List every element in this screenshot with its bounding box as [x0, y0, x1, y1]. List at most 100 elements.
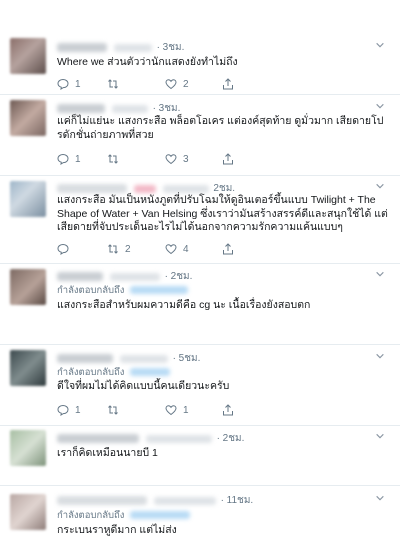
retweet-button[interactable]: [107, 77, 125, 91]
reply-count: 1: [75, 404, 81, 416]
tweet-text: แสงกระสือ มันเป็นหนังภูตที่ปรับโฉมให้ดูอ…: [57, 194, 388, 233]
share-button[interactable]: [222, 242, 234, 256]
avatar[interactable]: [10, 38, 46, 74]
replying-to-label: กำลังตอบกลับถึง: [57, 285, 125, 296]
chevron-down-icon[interactable]: [374, 181, 386, 193]
user-handle[interactable]: [119, 354, 168, 363]
like-button[interactable]: 4: [165, 242, 189, 256]
avatar[interactable]: [10, 350, 46, 386]
heart-icon: [165, 244, 177, 255]
tweet-time[interactable]: · 3ชม.: [157, 40, 185, 55]
display-name[interactable]: [57, 434, 139, 443]
tweet-time[interactable]: · 11ชม.: [221, 493, 254, 508]
heart-icon: [165, 79, 177, 90]
tweet-text: แสงกระสือสำหรับผมความดีคือ cg นะ เนื้อเร…: [57, 299, 311, 311]
tweet-header: · 3ชม.: [57, 101, 180, 115]
tweet-actions: 1 2: [57, 77, 277, 91]
display-name[interactable]: [57, 43, 107, 52]
display-name[interactable]: [57, 354, 113, 363]
user-handle[interactable]: [153, 496, 216, 505]
avatar[interactable]: [10, 181, 46, 217]
tweet-text: Where we ส่วนตัวว่านักแสดงยังทำไม่ถึง: [57, 56, 238, 68]
reply-icon: [57, 153, 69, 165]
chevron-down-icon[interactable]: [374, 493, 386, 505]
replying-to-label: กำลังตอบกลับถึง: [57, 510, 125, 521]
reply-button[interactable]: 1: [57, 403, 81, 417]
display-name[interactable]: [57, 272, 103, 281]
reply-icon: [57, 78, 69, 90]
chevron-down-icon[interactable]: [374, 40, 386, 52]
tweet[interactable]: · 5ชม. กำลังตอบกลับถึง ดีใจที่ผมไม่ได้คิ…: [0, 345, 400, 425]
user-handle[interactable]: [113, 43, 152, 52]
share-icon: [223, 404, 233, 416]
replying-to: กำลังตอบกลับถึง: [57, 283, 189, 298]
tweet-time[interactable]: · 3ชม.: [153, 101, 181, 116]
tweet-text: ดีใจที่ผมไม่ได้คิดแบบนี้คนเดียวนะครับ: [57, 380, 230, 392]
tweet[interactable]: · 2ชม. กำลังตอบกลับถึง แสงกระสือสำหรับผม…: [0, 264, 400, 344]
share-button[interactable]: [222, 403, 234, 417]
tweet-header: 2ชม.: [57, 181, 235, 195]
avatar[interactable]: [10, 100, 46, 136]
retweet-icon: [108, 405, 118, 415]
retweet-count: 2: [125, 243, 131, 255]
user-handle[interactable]: [109, 272, 160, 281]
avatar[interactable]: [10, 494, 46, 530]
chevron-down-icon[interactable]: [374, 351, 386, 363]
share-icon: [223, 243, 233, 255]
tweet-actions: 1 1: [57, 403, 277, 417]
chevron-down-icon[interactable]: [374, 269, 386, 281]
like-count: 4: [183, 243, 189, 255]
tweet-header: · 2ชม.: [57, 269, 192, 283]
share-button[interactable]: [222, 152, 234, 166]
like-button[interactable]: 2: [165, 77, 189, 91]
reply-icon: [57, 404, 69, 416]
tweet[interactable]: · 3ชม. Where we ส่วนตัวว่านักแสดงยังทำไม…: [0, 0, 400, 94]
heart-icon: [165, 405, 177, 416]
replying-to: กำลังตอบกลับถึง: [57, 365, 171, 380]
retweet-icon: [108, 154, 118, 164]
like-button[interactable]: 3: [165, 152, 189, 166]
like-button[interactable]: 1: [165, 403, 189, 417]
tweet-header: · 5ชม.: [57, 351, 200, 365]
like-count: 3: [183, 153, 189, 165]
display-name[interactable]: [57, 104, 105, 113]
retweet-icon: [108, 79, 118, 89]
tweet-text: กระเบนราหูดีมาก แต่ไม่ส่ง: [57, 524, 177, 536]
replying-to-handle[interactable]: [130, 286, 189, 295]
user-handle[interactable]: [162, 184, 209, 193]
retweet-button[interactable]: [107, 152, 125, 166]
replying-to-label: กำลังตอบกลับถึง: [57, 367, 125, 378]
replying-to-handle[interactable]: [130, 368, 171, 377]
reply-button[interactable]: 1: [57, 152, 81, 166]
tweet-header: · 11ชม.: [57, 493, 253, 507]
tweet[interactable]: · 2ชม. เราก็คิดเหมือนนายบี 1: [0, 426, 400, 485]
display-name[interactable]: [57, 496, 147, 505]
retweet-button[interactable]: [107, 403, 125, 417]
avatar[interactable]: [10, 269, 46, 305]
tweet-time[interactable]: · 5ชม.: [173, 351, 201, 366]
reply-button[interactable]: 1: [57, 77, 81, 91]
chevron-down-icon[interactable]: [374, 431, 386, 443]
reply-button[interactable]: [57, 242, 75, 256]
tweet-time[interactable]: · 2ชม.: [165, 269, 193, 284]
tweet-header: · 2ชม.: [57, 431, 244, 445]
user-handle[interactable]: [111, 104, 148, 113]
tweet-time[interactable]: · 2ชม.: [217, 431, 245, 446]
tweet[interactable]: 2ชม. แสงกระสือ มันเป็นหนังภูตที่ปรับโฉมใ…: [0, 176, 400, 263]
tweet-text: แค่ก็ไม่แย่นะ แสงกระสือ พล็อตโอเคร แต่อง…: [57, 115, 384, 141]
retweet-button[interactable]: 2: [107, 242, 131, 256]
tweet[interactable]: · 11ชม. กำลังตอบกลับถึง กระเบนราหูดีมาก …: [0, 486, 400, 546]
display-name[interactable]: [57, 184, 127, 193]
tweet[interactable]: · 3ชม. แค่ก็ไม่แย่นะ แสงกระสือ พล็อตโอเค…: [0, 95, 400, 175]
tweet-header: · 3ชม.: [57, 40, 184, 54]
reply-count: 1: [75, 78, 81, 90]
reply-count: 1: [75, 153, 81, 165]
avatar[interactable]: [10, 430, 46, 466]
heart-icon: [165, 154, 177, 165]
share-button[interactable]: [222, 77, 234, 91]
like-count: 2: [183, 78, 189, 90]
replying-to-handle[interactable]: [130, 511, 191, 520]
user-handle[interactable]: [145, 434, 212, 443]
chevron-down-icon[interactable]: [374, 101, 386, 113]
replying-to: กำลังตอบกลับถึง: [57, 508, 191, 523]
